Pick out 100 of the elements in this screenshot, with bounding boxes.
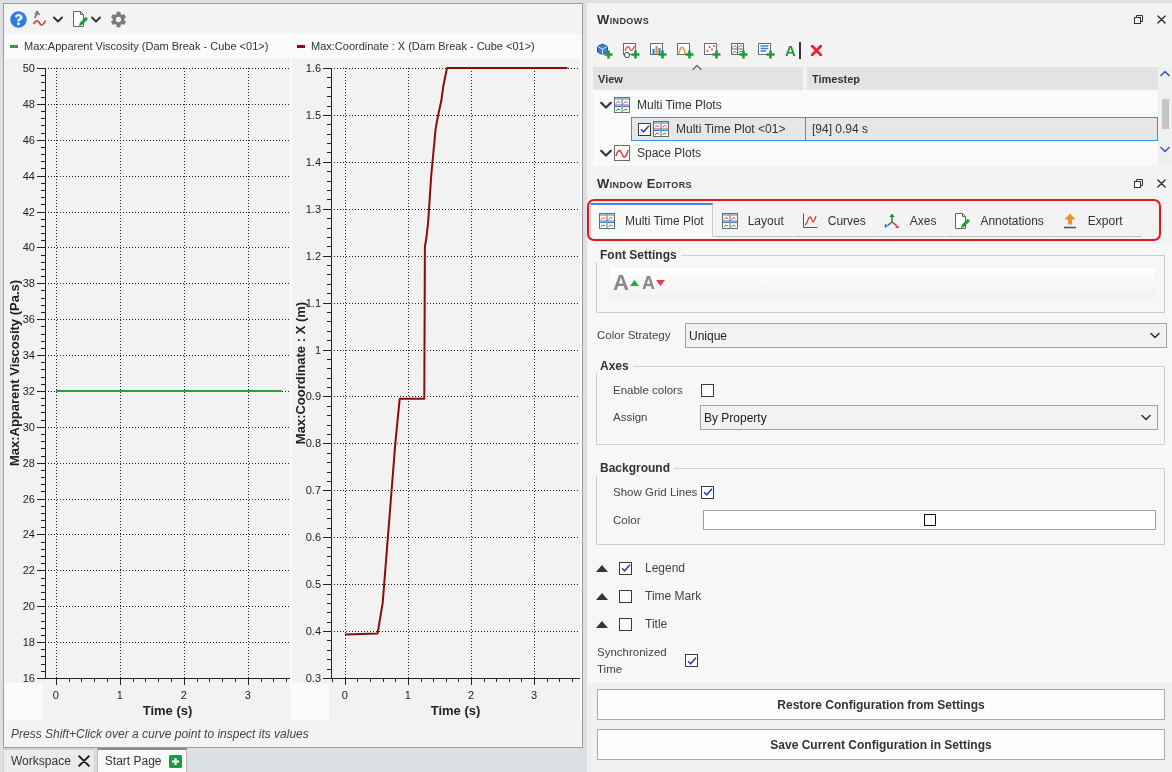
tick-label: 1.4 xyxy=(305,155,321,168)
color-strategy-dropdown[interactable]: Unique xyxy=(685,323,1167,348)
tree-item-label: Multi Time Plots xyxy=(637,98,722,112)
settings-icon[interactable] xyxy=(110,10,127,28)
checkbox[interactable] xyxy=(619,589,632,603)
close-icon[interactable] xyxy=(1157,15,1166,24)
tick-label: 1 xyxy=(116,689,123,701)
close-icon[interactable] xyxy=(1157,178,1166,188)
triangle-up-icon[interactable] xyxy=(596,564,608,572)
tick-label: 24 xyxy=(22,528,35,541)
tick-label: 3 xyxy=(244,689,251,701)
caret-icon[interactable] xyxy=(91,15,101,23)
tick-label: 0.4 xyxy=(305,625,321,638)
list-plus-icon[interactable] xyxy=(758,41,775,59)
chevron-up-icon[interactable] xyxy=(1160,70,1170,77)
tree-item[interactable]: Multi Time Plots xyxy=(593,93,1158,117)
tick-label: 30 xyxy=(22,420,35,433)
chart-magnifier-plus-icon[interactable] xyxy=(623,41,640,59)
document-pencil-icon xyxy=(954,212,971,229)
color-field[interactable] xyxy=(703,510,1156,530)
grid-chart-icon xyxy=(653,121,669,137)
cube-plus-icon[interactable] xyxy=(596,41,613,59)
grid-chart-icon xyxy=(614,97,630,113)
tree-item[interactable]: Space Plots xyxy=(593,141,1158,165)
tick-label: 18 xyxy=(22,636,35,649)
tick-label: 2 xyxy=(180,689,187,701)
axis-title: Time (s) xyxy=(430,703,481,718)
tick-label: 0.6 xyxy=(305,531,321,544)
triangle-up-icon xyxy=(629,280,639,286)
group-title: Axes xyxy=(599,359,630,373)
editor-tab[interactable]: Axes xyxy=(874,203,946,237)
panel-title: Window Editors xyxy=(597,175,692,191)
tree-item-label: Space Plots xyxy=(637,146,702,160)
tick-label: 1.6 xyxy=(305,62,321,74)
editor-tab[interactable]: Curves xyxy=(792,203,875,237)
tick-label: 0 xyxy=(52,689,59,701)
column-header[interactable]: View xyxy=(593,67,803,90)
field-label: Color Strategy xyxy=(597,328,672,343)
timestep-cell: [94] 0.94 s xyxy=(812,122,869,136)
tick-label: 1 xyxy=(404,689,411,701)
checkbox[interactable] xyxy=(701,383,714,397)
checkbox[interactable] xyxy=(685,654,698,667)
group-title: Background xyxy=(599,461,671,475)
checkbox[interactable] xyxy=(619,617,632,631)
editor-tab[interactable]: Multi Time Plot xyxy=(590,203,713,237)
bar-chart-plus-icon[interactable] xyxy=(650,41,667,59)
editor-tab[interactable]: Layout xyxy=(712,203,793,237)
restore-icon[interactable] xyxy=(1134,15,1143,24)
tick-label: 3 xyxy=(530,689,538,701)
field-label: Enable colors xyxy=(613,382,684,398)
legend-label: Max:Coordinate : X (Dam Break - Cube <01>) xyxy=(311,40,535,52)
caret-icon[interactable] xyxy=(53,15,63,23)
tick-label: 0.8 xyxy=(305,437,321,450)
tree-item[interactable]: Multi Time Plot <01> [94] 0.94 s xyxy=(631,117,1158,141)
section-label: Legend xyxy=(645,561,686,575)
tick-label: 36 xyxy=(22,313,35,326)
checkbox[interactable] xyxy=(619,561,632,575)
status-hint: Press Shift+Click over a curve point to inspect its values xyxy=(4,720,582,747)
document-tab[interactable]: Workspace xyxy=(3,748,95,772)
upload-arrow-icon xyxy=(1061,212,1078,229)
axis-title: Max:Apparent Viscosity (Pa.s) xyxy=(7,279,22,467)
legend-label: Max:Apparent Viscosity (Dam Break - Cube <01>) xyxy=(24,40,269,52)
column-header[interactable]: Timestep xyxy=(807,67,1158,90)
cross-icon[interactable] xyxy=(810,44,822,56)
chevron-down-icon[interactable] xyxy=(600,148,612,158)
tick-label: 22 xyxy=(22,564,35,577)
document-pencil-icon[interactable] xyxy=(72,11,88,27)
scrollbar-thumb[interactable] xyxy=(1161,99,1169,129)
section-label: Title xyxy=(645,617,668,631)
checkbox[interactable] xyxy=(638,122,651,136)
help-icon[interactable] xyxy=(10,10,27,28)
wave-chart-icon xyxy=(614,145,630,161)
settings-button[interactable]: Restore Configuration from Settings xyxy=(597,689,1165,720)
tick-label: 42 xyxy=(22,205,35,218)
tick-label: 50 xyxy=(22,62,35,74)
triangle-up-icon[interactable] xyxy=(596,592,608,600)
axes-icon xyxy=(883,212,900,229)
editor-tab[interactable]: Annotations xyxy=(945,203,1053,237)
editor-tab[interactable]: Export xyxy=(1052,203,1132,237)
checkbox[interactable] xyxy=(701,485,714,499)
assign-dropdown[interactable]: By Property xyxy=(700,405,1158,430)
tick-label: 1 xyxy=(314,343,321,356)
grid-chart-plus-icon[interactable] xyxy=(731,41,748,59)
tick-label: 0.3 xyxy=(305,672,321,684)
tick-label: 0 xyxy=(341,689,348,701)
chevron-down-icon xyxy=(1141,414,1151,421)
settings-button[interactable]: Save Current Configuration in Settings xyxy=(597,729,1165,760)
field-label: Synchronized Time xyxy=(597,644,668,677)
triangle-up-icon[interactable] xyxy=(596,620,608,628)
tick-label: 0.5 xyxy=(305,578,321,591)
chevron-down-icon[interactable] xyxy=(600,100,612,110)
scatter-plot-plus-icon[interactable] xyxy=(704,41,721,59)
tick-label: 40 xyxy=(22,241,35,254)
add-icon[interactable] xyxy=(168,754,182,768)
curve-chart-plus-icon[interactable] xyxy=(677,41,694,59)
restore-icon[interactable] xyxy=(1134,178,1143,188)
panel-title: Windows xyxy=(597,12,650,27)
document-tab[interactable]: Start Page xyxy=(96,748,187,772)
tick-label: 44 xyxy=(22,169,35,182)
close-icon[interactable] xyxy=(77,755,90,767)
